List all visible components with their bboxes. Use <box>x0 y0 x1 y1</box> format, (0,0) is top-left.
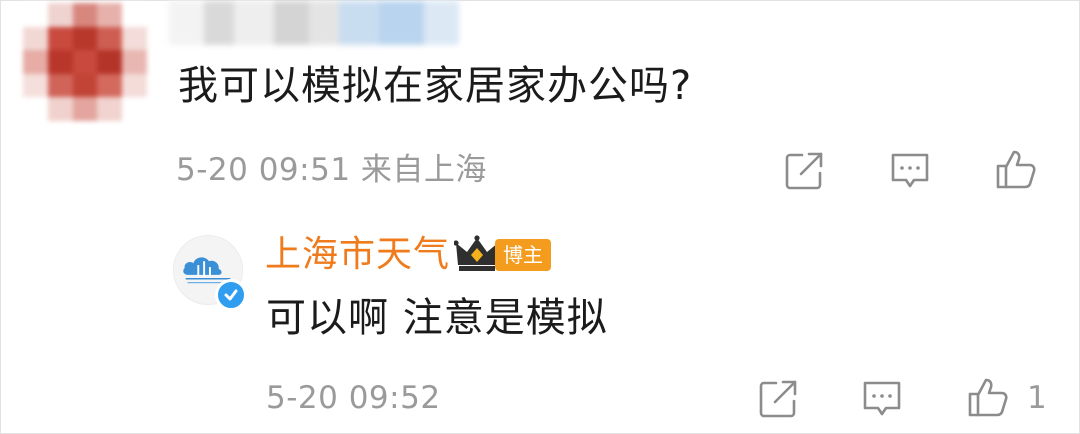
share-icon[interactable] <box>782 149 826 193</box>
comment-meta: 5-20 09:51 来自上海 <box>176 152 487 188</box>
share-icon[interactable] <box>756 377 800 421</box>
commenter-avatar-blurred[interactable] <box>23 3 147 121</box>
blogger-badge: 博主 <box>495 239 551 271</box>
comment-icon[interactable] <box>888 149 932 193</box>
comment-icon[interactable] <box>860 377 904 421</box>
like-icon[interactable] <box>994 147 1038 191</box>
reply-text: 可以啊 注意是模拟 <box>266 295 608 341</box>
verified-icon <box>215 279 247 311</box>
like-icon[interactable] <box>966 375 1010 419</box>
reply-author-name[interactable]: 上海市天气 <box>265 234 450 275</box>
like-count: 1 <box>1027 380 1047 416</box>
reply-timestamp: 5-20 09:52 <box>266 380 441 416</box>
commenter-name-blurred[interactable] <box>169 1 459 45</box>
comment-text: 我可以模拟在家居家办公吗? <box>178 63 693 109</box>
crown-icon <box>454 235 500 273</box>
